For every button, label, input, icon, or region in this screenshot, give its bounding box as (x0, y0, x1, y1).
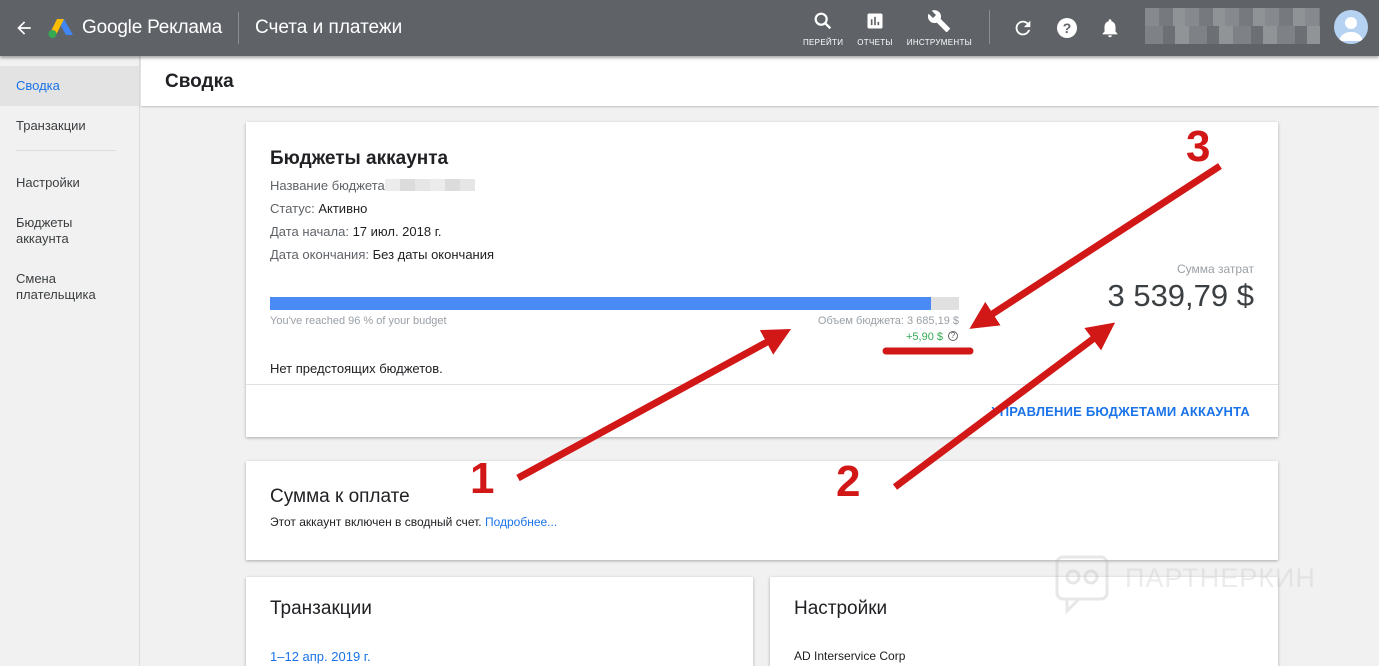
search-icon (812, 9, 834, 33)
start-date-row: Дата начала: 17 июл. 2018 г. (270, 224, 441, 239)
page-title: Сводка (165, 71, 234, 92)
no-upcoming-budgets-text: Нет предстоящих бюджетов. (270, 361, 443, 376)
tools-label: ИНСТРУМЕНТЫ (906, 38, 973, 47)
account-budgets-card: Бюджеты аккаунта Название бюджета Статус… (246, 122, 1278, 437)
watermark: ПАРТНЕРКИН (1055, 555, 1335, 615)
budget-amount-text: Объем бюджета: 3 685,19 $ (817, 315, 959, 327)
amount-due-card: Сумма к оплате Этот аккаунт включен в св… (246, 461, 1278, 560)
budgets-card-title: Бюджеты аккаунта (270, 148, 449, 169)
go-to-label: ПЕРЕЙТИ (803, 38, 844, 47)
learn-more-link[interactable]: Подробнее... (485, 515, 557, 529)
sidebar-nav: Сводка Транзакции Настройки Бюджеты акка… (0, 56, 140, 666)
start-date-label: Дата начала: (270, 224, 349, 239)
budget-name-blurred (384, 179, 475, 191)
notifications-bell-icon[interactable] (1094, 12, 1126, 44)
account-info-blurred[interactable] (1145, 8, 1320, 44)
product-name: Google Реклама (82, 17, 222, 38)
budget-progress-fill (270, 297, 932, 310)
budget-delta-row: +5,90 $ (906, 331, 943, 343)
header-divider (237, 12, 239, 44)
section-title: Счета и платежи (254, 17, 403, 38)
annotation-label-1: 1 (470, 454, 495, 503)
header-divider-2 (989, 10, 990, 44)
wrench-icon (927, 9, 951, 33)
tools-group: ПЕРЕЙТИ ОТЧЕТЫ ИНСТРУМЕНТЫ (796, 0, 979, 56)
start-date-value: 17 июл. 2018 г. (352, 224, 442, 239)
manage-account-budgets-link[interactable]: УПРАВЛЕНИЕ БЮДЖЕТАМИ АККАУНТА (991, 404, 1250, 419)
annotation-label-2: 2 (836, 457, 861, 506)
reports-button[interactable]: ОТЧЕТЫ (850, 0, 900, 56)
consolidated-billing-row: Этот аккаунт включен в сводный счет. Под… (270, 515, 557, 529)
card-divider (246, 384, 1278, 385)
avatar[interactable] (1334, 10, 1368, 44)
watermark-logo-icon (1055, 555, 1109, 615)
transactions-date-range[interactable]: 1–12 апр. 2019 г. (270, 649, 371, 664)
sidebar-item-transactions[interactable]: Транзакции (0, 118, 139, 134)
refresh-icon[interactable] (1007, 12, 1039, 44)
end-date-value: Без даты окончания (372, 247, 495, 262)
annotation-label-3: 3 (1186, 122, 1211, 171)
settings-card-title: Настройки (794, 598, 888, 619)
budget-progress-text: You've reached 96 % of your budget (270, 315, 447, 327)
budget-delta-value: +5,90 $ (905, 331, 943, 343)
google-ads-logo[interactable]: Google Реклама (48, 17, 222, 39)
top-app-bar: Google Реклама Счета и платежи ПЕРЕЙТИ О… (0, 0, 1379, 56)
svg-text:?: ? (1063, 20, 1072, 36)
sidebar-item-account-budgets[interactable]: Бюджеты аккаунта (0, 215, 100, 247)
budget-progress-bar (270, 297, 959, 310)
status-row: Статус: Активно (270, 201, 367, 216)
consolidated-billing-text: Этот аккаунт включен в сводный счет. (270, 515, 482, 529)
google-ads-logo-icon (48, 19, 73, 38)
end-date-label: Дата окончания: (270, 247, 369, 262)
status-value: Активно (318, 201, 368, 216)
back-arrow-icon[interactable] (0, 0, 48, 56)
help-circle-icon[interactable]: ? (948, 331, 958, 341)
company-name: AD Interservice Corp (794, 649, 906, 663)
watermark-text: ПАРТНЕРКИН (1125, 563, 1316, 593)
spend-label: Сумма затрат (1176, 262, 1254, 276)
end-date-row: Дата окончания: Без даты окончания (270, 247, 494, 262)
reports-icon (865, 9, 885, 33)
page-header: Сводка (141, 56, 1379, 106)
amount-due-title: Сумма к оплате (270, 486, 410, 507)
sidebar-divider (16, 150, 116, 151)
budget-name-label: Название бюджета (270, 178, 385, 193)
spend-value: 3 539,79 $ (1107, 278, 1254, 313)
tools-button[interactable]: ИНСТРУМЕНТЫ (900, 0, 979, 56)
go-to-button[interactable]: ПЕРЕЙТИ (796, 0, 850, 56)
sidebar-item-change-payer[interactable]: Смена плательщика (0, 271, 110, 303)
sidebar-item-summary[interactable]: Сводка (0, 66, 139, 106)
reports-label: ОТЧЕТЫ (857, 38, 893, 47)
transactions-card: Транзакции 1–12 апр. 2019 г. (246, 577, 753, 666)
budget-name-row: Название бюджета (270, 178, 475, 193)
sidebar-item-settings[interactable]: Настройки (0, 175, 139, 191)
help-icon[interactable]: ? (1051, 12, 1083, 44)
status-label: Статус: (270, 201, 315, 216)
transactions-card-title: Транзакции (270, 598, 372, 619)
